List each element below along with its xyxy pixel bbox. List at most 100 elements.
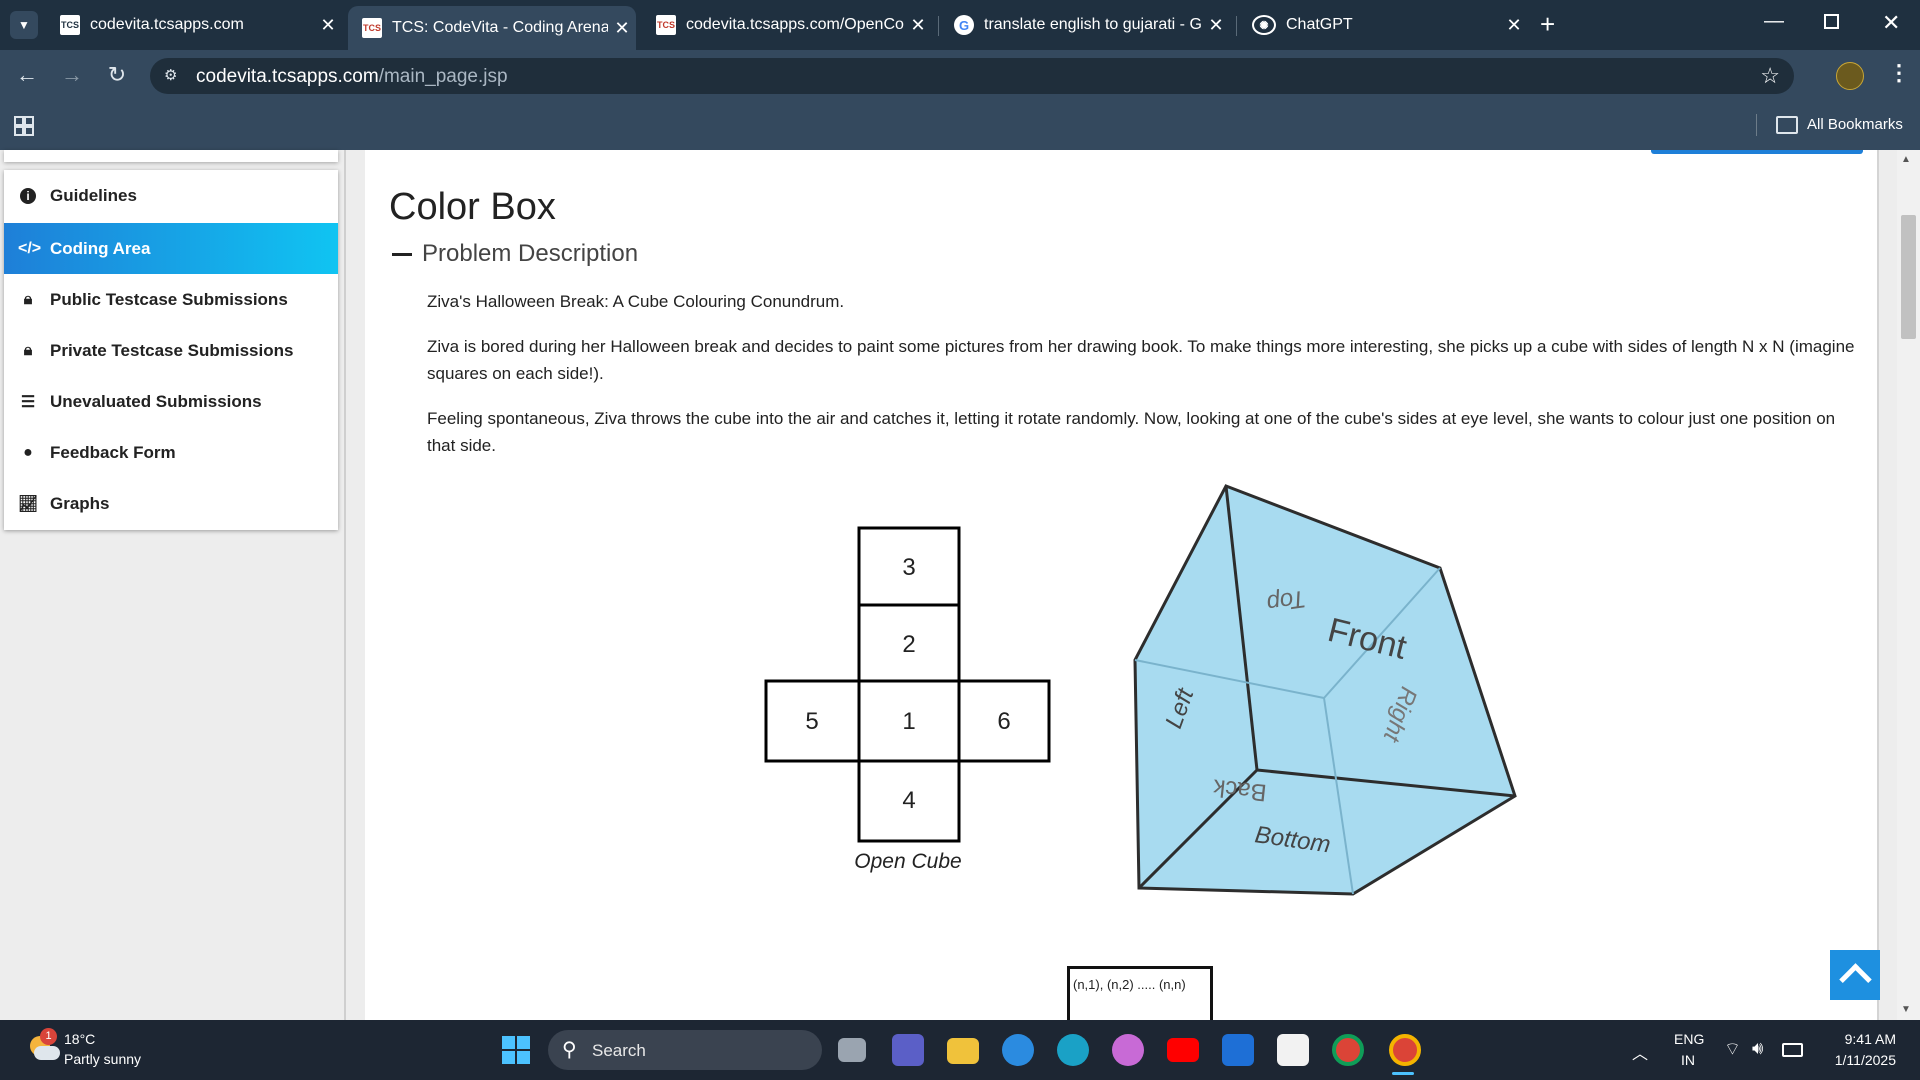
top-button-edge <box>1651 150 1863 154</box>
tcs-icon: TCS <box>60 15 80 35</box>
divider <box>344 150 346 1020</box>
weather-badge: 1 <box>40 1028 57 1045</box>
search-icon: ⚲ <box>562 1039 577 1061</box>
chrome-icon[interactable] <box>1332 1034 1364 1066</box>
cube-face-label: 4 <box>902 787 915 814</box>
address-bar[interactable]: ⚙ codevita.tcsapps.com/main_page.jsp ☆ <box>150 58 1794 94</box>
open-cube-diagram: 3 2 5 1 6 4 Open Cube <box>764 526 1051 873</box>
cube-face-top: Top <box>1265 585 1308 617</box>
tab-1-active[interactable]: TCS TCS: CodeVita - Coding Arena ✕ <box>348 6 636 50</box>
sidebar-item-graphs[interactable]: 📈︎ Graphs <box>4 478 338 529</box>
back-to-top-button[interactable] <box>1830 950 1880 1000</box>
chevron-up-icon <box>1839 963 1872 996</box>
tcs-icon: TCS <box>656 15 676 35</box>
url-text: codevita.tcsapps.com/main_page.jsp <box>196 66 508 87</box>
tab-strip: ▼ TCS codevita.tcsapps.com ✕ TCS TCS: Co… <box>0 0 1920 50</box>
tcs-icon: TCS <box>362 18 382 38</box>
scroll-up-arrow-icon[interactable]: ▲ <box>1901 154 1911 165</box>
task-view-icon[interactable] <box>838 1038 866 1062</box>
chrome-profile-icon[interactable] <box>1389 1034 1421 1066</box>
profile-avatar[interactable] <box>1836 62 1864 90</box>
close-tab-icon[interactable]: ✕ <box>1500 15 1528 36</box>
cube-face-label: 1 <box>902 708 915 735</box>
cube-face-label: 6 <box>997 708 1010 735</box>
battery-icon[interactable] <box>1782 1043 1803 1057</box>
info-icon: i <box>18 187 38 205</box>
problem-paragraph: Feeling spontaneous, Ziva throws the cub… <box>427 409 1836 455</box>
mylp-icon[interactable] <box>1222 1034 1254 1066</box>
scroll-down-arrow-icon[interactable]: ▼ <box>1901 1004 1911 1015</box>
close-window-icon[interactable]: ✕ <box>1882 10 1900 36</box>
folder-icon <box>1776 116 1798 134</box>
sidebar-item-public-testcase[interactable]: 🔒︎ Public Testcase Submissions <box>4 274 338 325</box>
list-icon: ☰ <box>20 393 36 411</box>
active-app-indicator <box>1392 1072 1414 1075</box>
code-icon: </> <box>18 239 42 257</box>
browser-toolbar: ← → ↻ ⚙ codevita.tcsapps.com/main_page.j… <box>0 50 1920 100</box>
close-tab-icon[interactable]: ✕ <box>1202 15 1230 36</box>
youtube-icon[interactable] <box>1167 1038 1199 1062</box>
tab-2[interactable]: TCS codevita.tcsapps.com/OpenCod ✕ <box>642 8 932 42</box>
wifi-icon[interactable]: ⌔ <box>1724 1038 1741 1061</box>
weather-desc: Partly sunny <box>64 1051 142 1067</box>
sidebar-item-unevaluated[interactable]: ☰ Unevaluated Submissions <box>4 376 338 427</box>
tab-search-chevron-icon[interactable]: ▼ <box>10 11 38 39</box>
panel-edge <box>1877 150 1879 1020</box>
sidebar-item-coding-area[interactable]: </> Coding Area <box>4 223 338 274</box>
cube-3d-diagram: Top Front Left Right Back Bottom <box>1133 484 1517 896</box>
minimize-icon[interactable]: — <box>1764 10 1784 33</box>
cube-face-label: 3 <box>902 554 915 581</box>
back-icon[interactable]: ← <box>11 62 43 88</box>
copilot-icon[interactable] <box>1112 1034 1144 1066</box>
menu-kebab-icon[interactable]: ⋮ <box>1888 60 1910 86</box>
apps-grid-icon[interactable] <box>14 116 34 136</box>
store-icon[interactable] <box>1277 1034 1309 1066</box>
reload-icon[interactable]: ↻ <box>101 62 133 88</box>
teams-icon[interactable] <box>892 1034 924 1066</box>
close-tab-icon[interactable]: ✕ <box>904 15 932 36</box>
weather-temp: 18°C <box>64 1031 96 1047</box>
sidebar: i Guidelines </> Coding Area 🔒︎ Public T… <box>4 170 338 530</box>
new-tab-icon[interactable]: + <box>1540 9 1555 40</box>
sidebar-item-feedback[interactable]: ● Feedback Form <box>4 427 338 478</box>
site-info-icon[interactable]: ⚙ <box>164 66 177 84</box>
collapse-icon[interactable] <box>392 253 412 257</box>
grid-diagram: (n,1), (n,2) ..... (n,n) <box>1067 966 1213 1023</box>
clock-time[interactable]: 9:41 AM <box>1836 1031 1896 1047</box>
all-bookmarks-button[interactable]: All Bookmarks <box>1807 116 1903 133</box>
sidebar-top-edge <box>4 150 338 162</box>
tab-3[interactable]: G translate english to gujarati - Gc ✕ <box>940 8 1230 42</box>
forward-icon[interactable]: → <box>56 62 88 88</box>
chat-icon: ● <box>23 443 33 461</box>
problem-description-header[interactable]: Problem Description <box>392 240 638 268</box>
language-indicator[interactable]: ENG <box>1674 1031 1704 1047</box>
file-explorer-icon[interactable] <box>947 1038 979 1064</box>
google-icon: G <box>954 15 974 35</box>
weather-icon[interactable]: 1 <box>26 1028 60 1064</box>
chart-icon: 📈︎ <box>18 495 39 513</box>
grid-label: (n,1), (n,2) ..... (n,n) <box>1073 977 1186 992</box>
problem-paragraph: Ziva's Halloween Break: A Cube Colouring… <box>427 292 845 311</box>
scrollbar-thumb[interactable] <box>1901 215 1916 339</box>
edge-icon[interactable] <box>1057 1034 1089 1066</box>
bookmark-star-icon[interactable]: ☆ <box>1760 63 1780 89</box>
taskbar-search[interactable]: ⚲ Search <box>548 1030 822 1070</box>
volume-icon[interactable]: 🔊︎ <box>1752 1038 1763 1059</box>
show-hidden-icons-chevron-icon[interactable]: ︿ <box>1632 1040 1648 1064</box>
tab-0[interactable]: TCS codevita.tcsapps.com ✕ <box>46 8 342 42</box>
help-icon[interactable] <box>1002 1034 1034 1066</box>
close-tab-icon[interactable]: ✕ <box>608 18 636 39</box>
windows-start-icon[interactable] <box>502 1036 530 1064</box>
lock-icon: 🔒︎ <box>23 341 33 359</box>
sidebar-item-private-testcase[interactable]: 🔒︎ Private Testcase Submissions <box>4 325 338 376</box>
restore-icon[interactable] <box>1824 14 1839 29</box>
sidebar-item-guidelines[interactable]: i Guidelines <box>4 170 338 221</box>
open-cube-caption: Open Cube <box>854 850 961 873</box>
close-tab-icon[interactable]: ✕ <box>314 15 342 36</box>
lock-icon: 🔒︎ <box>23 290 33 308</box>
cube-face-back: Back <box>1211 773 1268 806</box>
clock-date[interactable]: 1/11/2025 <box>1826 1052 1896 1068</box>
problem-title: Color Box <box>389 186 556 228</box>
tab-4[interactable]: ✺ ChatGPT ✕ <box>1238 8 1528 42</box>
region-indicator[interactable]: IN <box>1681 1052 1695 1068</box>
